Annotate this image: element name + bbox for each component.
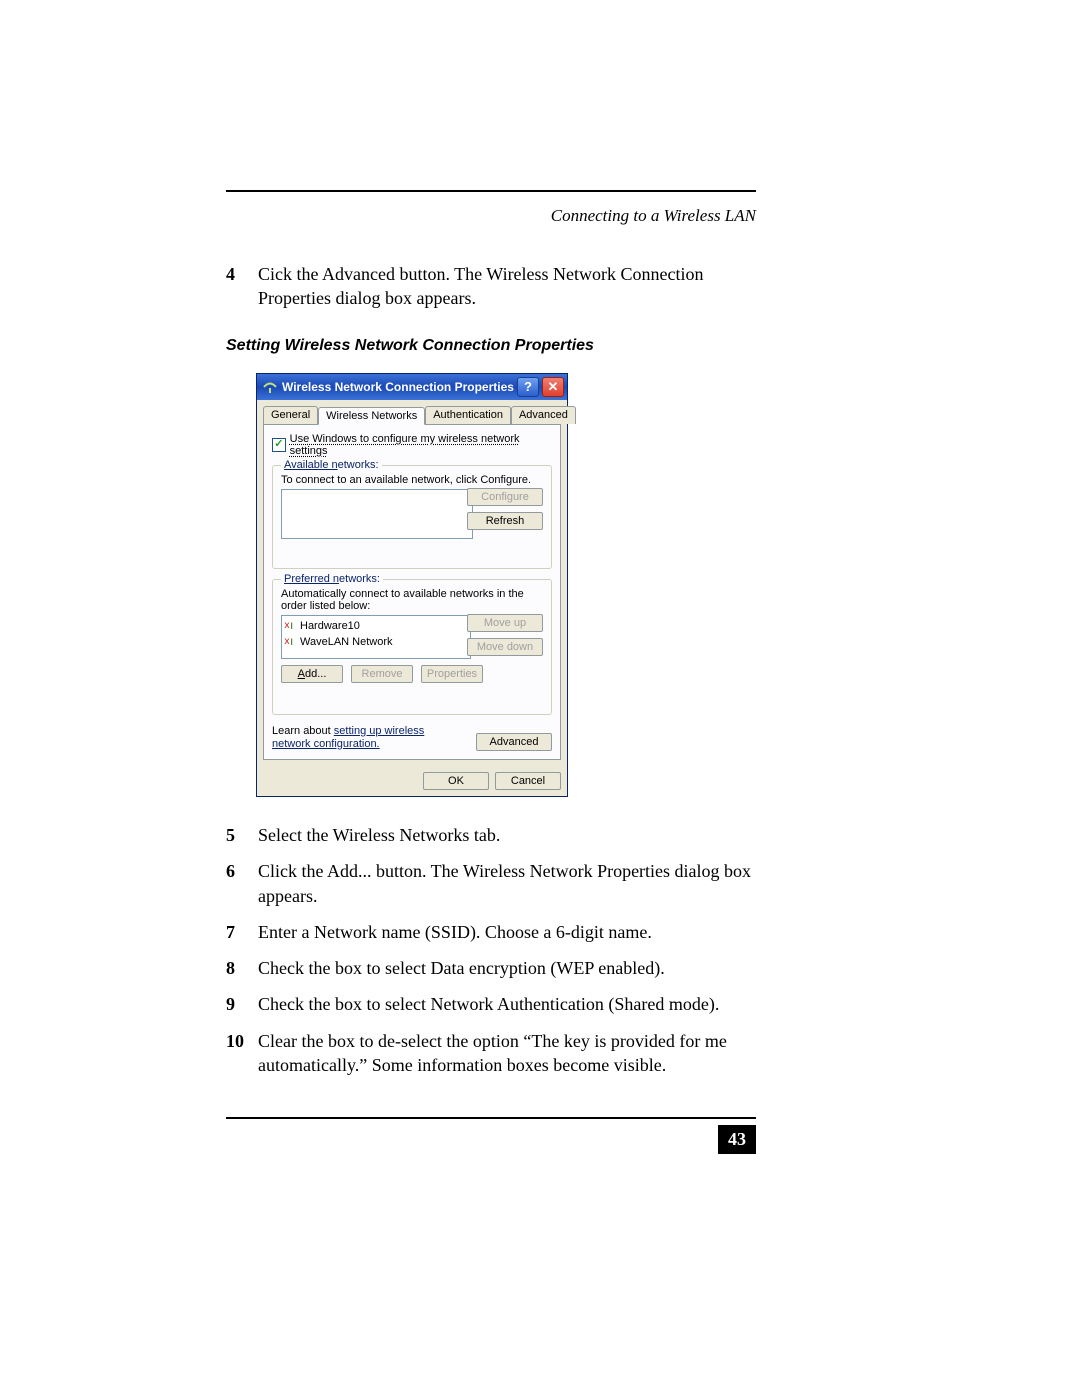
step-item: 6Click the Add... button. The Wireless N… <box>226 859 756 908</box>
step-number: 7 <box>226 920 258 944</box>
cancel-button[interactable]: Cancel <box>495 772 561 790</box>
list-item[interactable]: Hardware10 <box>284 618 468 634</box>
steps-list-bottom: 5Select the Wireless Networks tab. 6Clic… <box>226 823 756 1077</box>
step-item: 8Check the box to select Data encryption… <box>226 956 756 980</box>
step-item: 9Check the box to select Network Authent… <box>226 992 756 1016</box>
content-area: Connecting to a Wireless LAN 4 Cick the … <box>226 190 756 1154</box>
step-item: 4 Cick the Advanced button. The Wireless… <box>226 262 756 311</box>
figure-caption: Setting Wireless Network Connection Prop… <box>226 337 756 355</box>
dialog-action-row: OK Cancel <box>257 766 567 796</box>
tab-advanced[interactable]: Advanced <box>511 406 576 424</box>
panel-footer: Learn about setting up wireless network … <box>272 725 552 751</box>
refresh-button[interactable]: Refresh <box>467 512 543 530</box>
tab-authentication[interactable]: Authentication <box>425 406 511 424</box>
use-windows-row[interactable]: ✓ Use Windows to configure my wireless n… <box>272 433 552 457</box>
configure-button[interactable]: Configure <box>467 488 543 506</box>
step-text: Cick the Advanced button. The Wireless N… <box>258 262 756 311</box>
step-text: Enter a Network name (SSID). Choose a 6-… <box>258 920 756 944</box>
network-icon <box>284 620 296 632</box>
figure-wrap: Wireless Network Connection Properties ?… <box>226 373 756 797</box>
available-hint: To connect to an available network, clic… <box>281 474 543 486</box>
xp-dialog: Wireless Network Connection Properties ?… <box>256 373 568 797</box>
use-windows-label: Use Windows to configure my wireless net… <box>290 433 552 457</box>
available-listbox[interactable] <box>281 489 473 539</box>
page-number-wrap: 43 <box>226 1125 756 1154</box>
document-page: Connecting to a Wireless LAN 4 Cick the … <box>0 0 1080 1397</box>
tab-strip: General Wireless Networks Authentication… <box>257 400 567 424</box>
advanced-button[interactable]: Advanced <box>476 733 552 751</box>
title-bar: Wireless Network Connection Properties ?… <box>257 374 567 400</box>
step-item: 7Enter a Network name (SSID). Choose a 6… <box>226 920 756 944</box>
learn-prefix: Learn about <box>272 725 334 737</box>
dialog-title: Wireless Network Connection Properties <box>282 380 517 394</box>
step-number: 6 <box>226 859 258 883</box>
preferred-legend: Preferred networks: <box>281 573 383 585</box>
preferred-action-buttons: Add... Remove Properties <box>281 665 543 683</box>
preferred-networks-group: Preferred networks: Automatically connec… <box>272 579 552 715</box>
step-text: Select the Wireless Networks tab. <box>258 823 756 847</box>
checkbox-icon[interactable]: ✓ <box>272 438 286 452</box>
step-text: Click the Add... button. The Wireless Ne… <box>258 859 756 908</box>
available-networks-group: Available networks: To connect to an ava… <box>272 465 552 569</box>
move-down-button[interactable]: Move down <box>467 638 543 656</box>
titlebar-buttons: ? ✕ <box>517 377 567 397</box>
add-button[interactable]: Add... <box>281 665 343 683</box>
network-icon <box>284 636 296 648</box>
tab-wireless-networks[interactable]: Wireless Networks <box>318 407 425 425</box>
available-legend: Available networks: <box>281 459 382 471</box>
steps-list-top: 4 Cick the Advanced button. The Wireless… <box>226 262 756 311</box>
ok-button[interactable]: OK <box>423 772 489 790</box>
step-text: Check the box to select Network Authenti… <box>258 992 756 1016</box>
wireless-icon <box>263 380 277 394</box>
bottom-rule <box>226 1117 756 1119</box>
step-number: 9 <box>226 992 258 1016</box>
tab-panel: ✓ Use Windows to configure my wireless n… <box>263 424 561 760</box>
step-text: Clear the box to de-select the option “T… <box>258 1029 756 1078</box>
step-text: Check the box to select Data encryption … <box>258 956 756 980</box>
list-item[interactable]: WaveLAN Network <box>284 634 468 650</box>
network-name: Hardware10 <box>300 620 360 632</box>
running-header: Connecting to a Wireless LAN <box>226 192 756 262</box>
help-button[interactable]: ? <box>517 377 539 397</box>
tab-general[interactable]: General <box>263 406 318 424</box>
step-number: 10 <box>226 1029 258 1053</box>
preferred-hint: Automatically connect to available netwo… <box>281 588 543 612</box>
preferred-move-buttons: Move up Move down <box>467 614 543 656</box>
close-button[interactable]: ✕ <box>542 377 564 397</box>
remove-button[interactable]: Remove <box>351 665 413 683</box>
properties-button[interactable]: Properties <box>421 665 483 683</box>
move-up-button[interactable]: Move up <box>467 614 543 632</box>
step-number: 8 <box>226 956 258 980</box>
available-buttons: Configure Refresh <box>467 488 543 530</box>
step-item: 5Select the Wireless Networks tab. <box>226 823 756 847</box>
page-number: 43 <box>718 1125 756 1154</box>
preferred-listbox[interactable]: Hardware10 WaveLAN Network <box>281 615 471 659</box>
step-item: 10Clear the box to de-select the option … <box>226 1029 756 1078</box>
step-number: 5 <box>226 823 258 847</box>
learn-text: Learn about setting up wireless network … <box>272 725 452 751</box>
step-number: 4 <box>226 262 258 286</box>
network-name: WaveLAN Network <box>300 636 393 648</box>
